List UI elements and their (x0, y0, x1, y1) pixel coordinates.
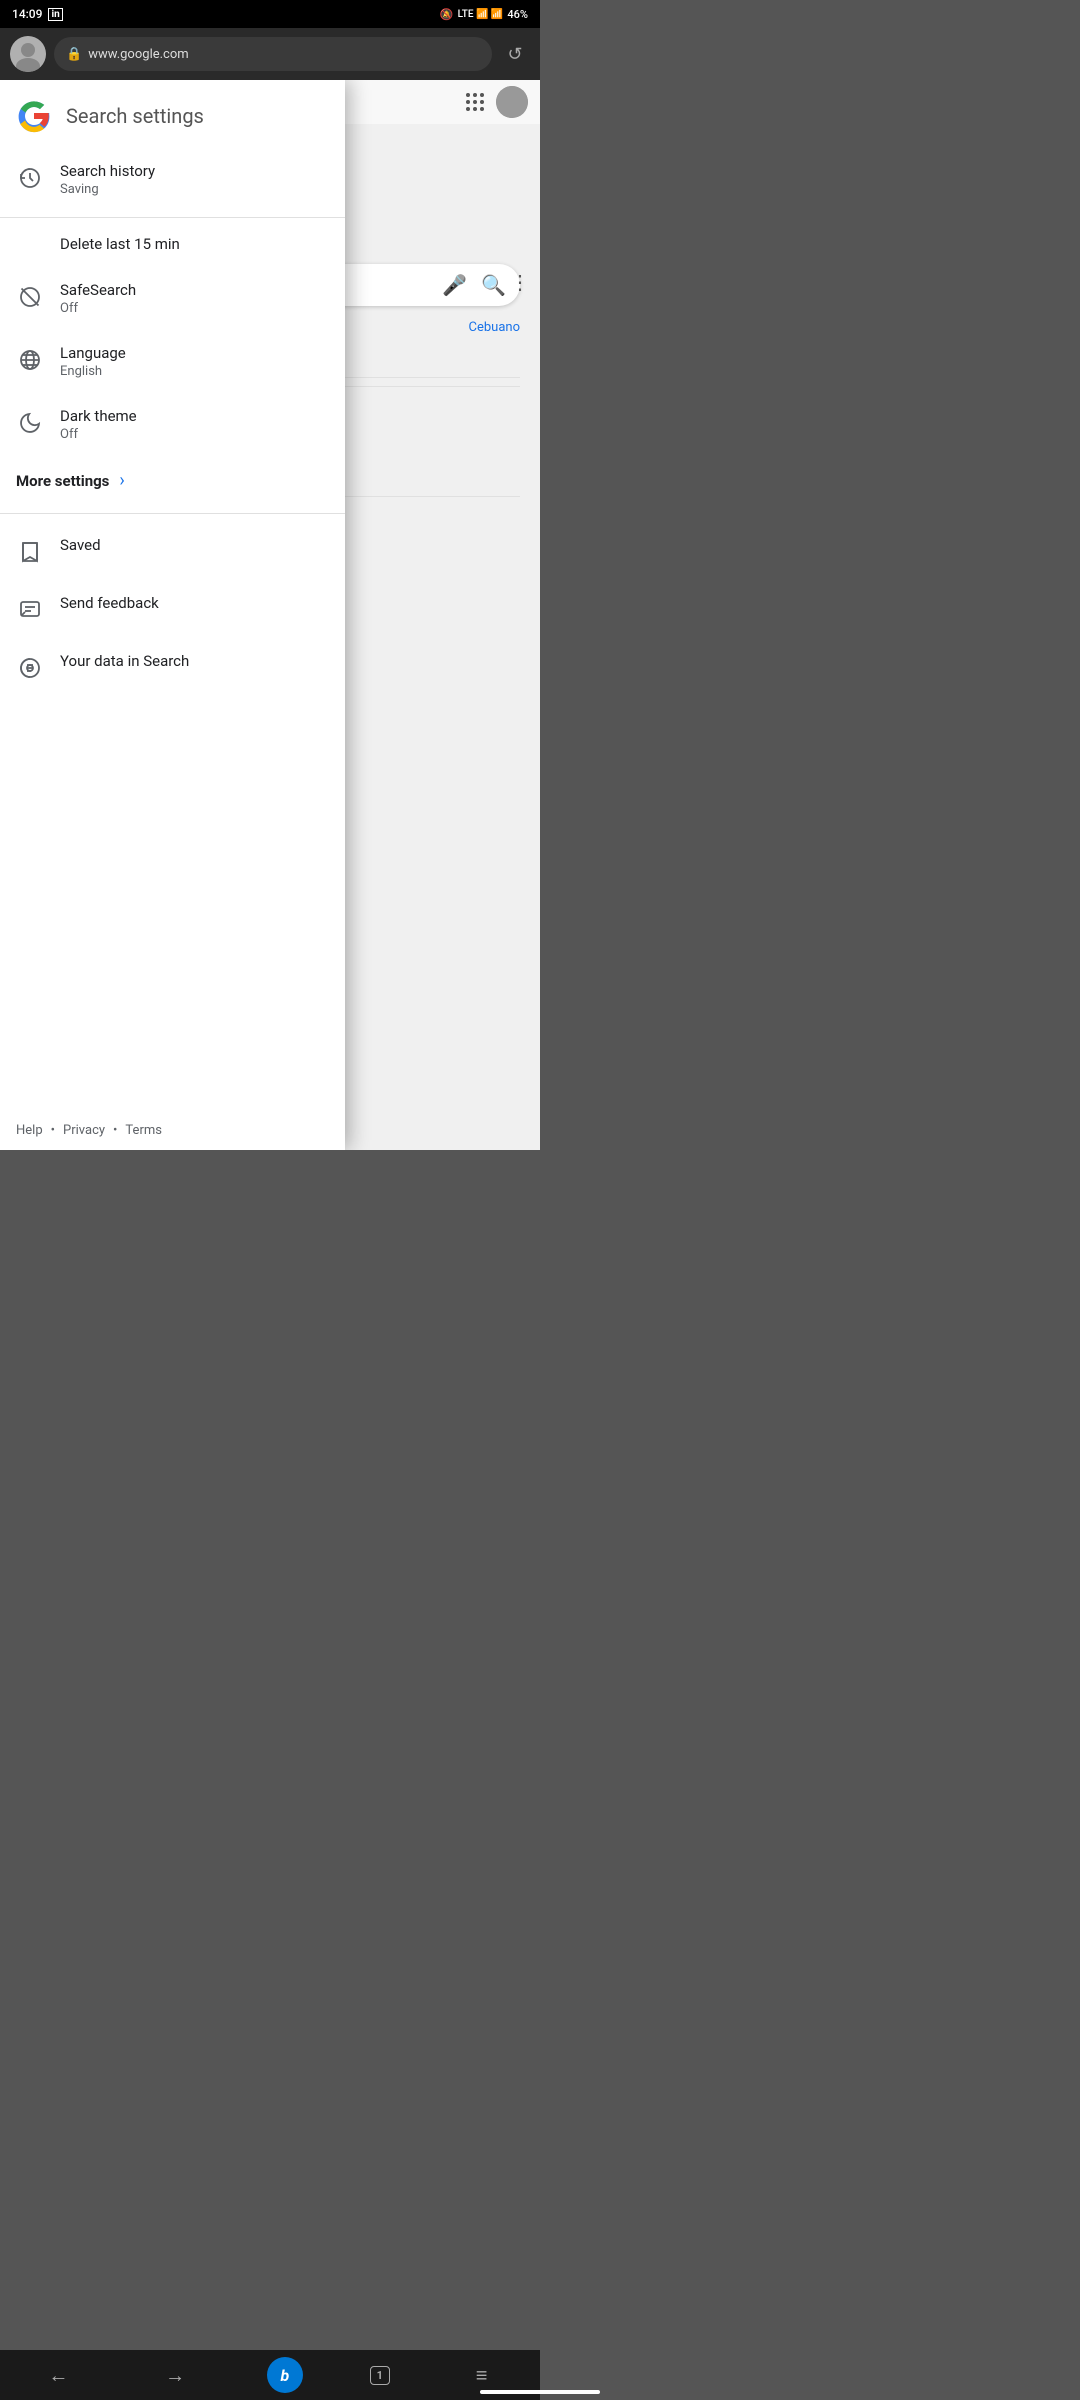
language-sublabel: English (60, 364, 126, 379)
mic-icon[interactable]: 🎤 (442, 273, 467, 297)
main-area: e 🎤 🔍 Cebuano ⋮ crease aanana (0, 80, 540, 1150)
terms-link[interactable]: Terms (125, 1123, 162, 1138)
your-data-icon (16, 654, 44, 682)
history-icon (16, 164, 44, 192)
send-feedback-label: Send feedback (60, 594, 159, 612)
google-g-icon (16, 98, 52, 134)
drawer-header: Search settings (0, 80, 345, 148)
linkedin-icon: in (48, 8, 62, 21)
mute-icon: 🔕 (440, 8, 454, 21)
user-avatar[interactable] (496, 86, 528, 118)
home-indicator (480, 2390, 600, 2394)
browser-bar: 🔒 www.google.com ↺ (0, 28, 540, 80)
saved-label: Saved (60, 536, 101, 554)
language-icon (16, 346, 44, 374)
back-button[interactable]: ← (33, 2355, 83, 2395)
send-feedback-item[interactable]: Send feedback (0, 580, 345, 638)
saved-item[interactable]: Saved (0, 522, 345, 580)
reload-button[interactable]: ↺ (500, 44, 530, 65)
avatar[interactable] (10, 36, 46, 72)
delete-15min-label: Delete last 15 min (60, 235, 180, 253)
apps-icon[interactable] (464, 91, 486, 113)
status-bar: 14:09 in 🔕 LTE 📶 📶 46% (0, 0, 540, 28)
chevron-right-icon: › (119, 470, 124, 491)
search-history-sublabel: Saving (60, 182, 155, 197)
help-link[interactable]: Help (16, 1123, 43, 1138)
safesearch-item[interactable]: SafeSearch Off (0, 267, 345, 330)
menu-button[interactable]: ≡ (457, 2355, 507, 2395)
settings-drawer: Search settings Search history Saving De… (0, 80, 345, 1150)
more-settings-label: More settings (16, 472, 109, 490)
language-label: Language (60, 344, 126, 362)
drawer-footer: Help • Privacy • Terms (0, 1107, 345, 1150)
feedback-icon (16, 596, 44, 624)
search-history-label: Search history (60, 162, 155, 180)
forward-button[interactable]: → (150, 2355, 200, 2395)
saved-icon (16, 538, 44, 566)
divider-1 (0, 217, 345, 218)
dark-theme-icon (16, 409, 44, 437)
drawer-title: Search settings (66, 104, 204, 128)
tabs-button[interactable]: 1 (370, 2366, 390, 2385)
url-bar[interactable]: 🔒 www.google.com (54, 37, 492, 71)
your-data-item[interactable]: Your data in Search (0, 638, 345, 696)
status-icons: 🔕 LTE 📶 📶 46% (440, 8, 528, 21)
section-divider (0, 513, 345, 514)
dark-theme-sublabel: Off (60, 427, 137, 442)
delete-15min-item[interactable]: Delete last 15 min (0, 224, 345, 267)
safesearch-icon (16, 283, 44, 311)
more-options-icon[interactable]: ⋮ (510, 270, 530, 294)
search-history-item[interactable]: Search history Saving (0, 148, 345, 211)
lens-icon[interactable]: 🔍 (481, 273, 506, 297)
lock-icon: 🔒 (66, 47, 82, 62)
bing-button[interactable]: b (267, 2357, 303, 2393)
your-data-label: Your data in Search (60, 652, 189, 670)
signal-icons: LTE 📶 📶 (458, 9, 504, 20)
privacy-link[interactable]: Privacy (63, 1123, 105, 1138)
battery: 46% (507, 8, 528, 21)
time: 14:09 (12, 7, 42, 21)
language-item[interactable]: Language English (0, 330, 345, 393)
dark-theme-item[interactable]: Dark theme Off (0, 393, 345, 456)
safesearch-sublabel: Off (60, 301, 136, 316)
dot-2: • (113, 1123, 117, 1138)
url-text: www.google.com (88, 47, 188, 62)
more-settings-item[interactable]: More settings › (0, 456, 345, 505)
safesearch-label: SafeSearch (60, 281, 136, 299)
dark-theme-label: Dark theme (60, 407, 137, 425)
dot-1: • (51, 1123, 55, 1138)
bottom-nav: ← → b 1 ≡ (0, 2350, 540, 2400)
